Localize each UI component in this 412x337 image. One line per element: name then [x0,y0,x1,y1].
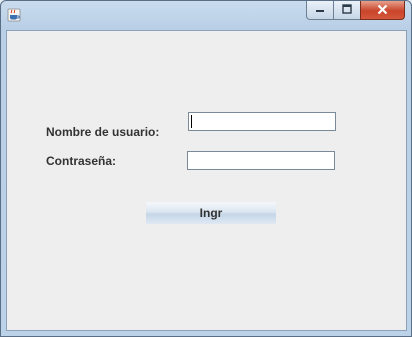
close-button[interactable] [360,1,405,20]
username-label: Nombre de usuario: [46,125,160,139]
username-field[interactable] [188,112,336,131]
password-field[interactable] [187,151,335,170]
close-icon [377,4,388,17]
form-panel: Nombre de usuario: Contraseña: Ingr [6,30,407,331]
app-window: Nombre de usuario: Contraseña: Ingr [0,0,412,337]
title-bar[interactable] [1,1,411,29]
java-coffee-icon[interactable] [7,8,21,22]
minimize-icon [315,4,325,17]
login-button-label: Ingr [199,206,223,220]
window-controls [306,1,405,21]
login-button[interactable]: Ingr [146,202,276,224]
minimize-button[interactable] [306,1,333,20]
text-caret [191,115,192,128]
password-label: Contraseña: [46,154,117,168]
maximize-button[interactable] [333,1,360,20]
maximize-icon [342,3,352,17]
